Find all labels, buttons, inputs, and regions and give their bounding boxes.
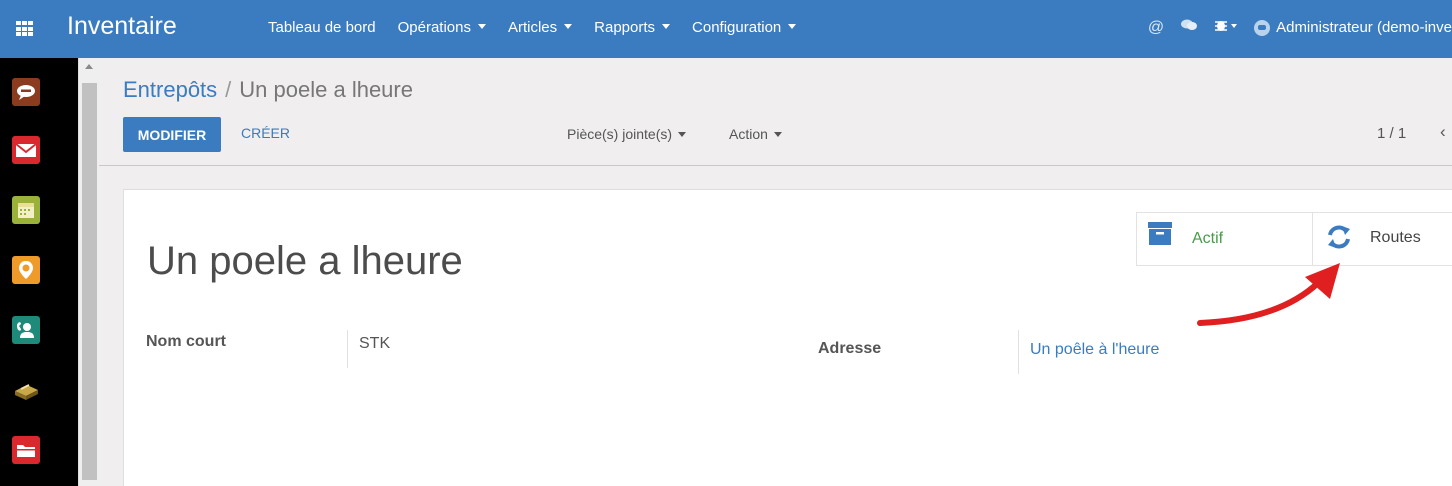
top-navbar: Inventaire Tableau de bord Opérations Ar…: [0, 0, 1452, 58]
user-name[interactable]: Administrateur (demo-inve: [1276, 19, 1452, 36]
documents-icon[interactable]: [12, 436, 40, 464]
contacts-icon[interactable]: [12, 316, 40, 344]
field-separator: [347, 330, 348, 368]
app-sidebar: [0, 58, 78, 486]
app-title: Inventaire: [67, 12, 177, 40]
breadcrumb-separator: /: [225, 77, 232, 102]
field-separator: [1018, 330, 1019, 374]
mail-icon[interactable]: [12, 136, 40, 164]
user-avatar[interactable]: [1254, 19, 1271, 36]
menu-item-reports[interactable]: Rapports: [594, 19, 670, 36]
menu-item-articles[interactable]: Articles: [508, 19, 572, 36]
address-label: Adresse: [818, 340, 882, 357]
menu-item-dashboard[interactable]: Tableau de bord: [268, 19, 376, 36]
archive-icon: [1148, 222, 1172, 245]
refresh-icon: [1328, 225, 1350, 249]
maps-icon[interactable]: [12, 256, 40, 284]
discuss-icon[interactable]: [12, 78, 40, 106]
short-name-value: STK: [359, 335, 391, 352]
scroll-up-arrow-icon[interactable]: [85, 64, 93, 69]
pager-value[interactable]: 1 / 1: [1377, 125, 1406, 142]
short-name-label: Nom court: [146, 333, 226, 350]
systray: @ Administrateur (demo-inve: [1148, 17, 1452, 38]
mention-icon[interactable]: @: [1148, 19, 1164, 37]
breadcrumb: Entrepôts / Un poele a lheure: [123, 77, 413, 103]
apps-grid-icon[interactable]: [16, 21, 34, 37]
breadcrumb-current: Un poele a lheure: [239, 77, 413, 102]
control-panel-divider: [99, 165, 1452, 166]
edit-button[interactable]: MODIFIER: [123, 117, 221, 152]
menu-item-operations[interactable]: Opérations: [398, 19, 486, 36]
pager-prev-button[interactable]: ‹: [1440, 122, 1446, 142]
routes-label: Routes: [1370, 229, 1421, 246]
address-link[interactable]: Un poêle à l'heure: [1030, 341, 1159, 359]
bug-icon[interactable]: [1214, 17, 1238, 38]
sidebar-scrollbar[interactable]: [78, 58, 99, 486]
menu-item-configuration[interactable]: Configuration: [692, 19, 796, 36]
breadcrumb-parent[interactable]: Entrepôts: [123, 77, 217, 102]
annotation-arrow: [1197, 263, 1340, 326]
attachments-dropdown[interactable]: Pièce(s) jointe(s): [567, 126, 686, 142]
chat-icon[interactable]: [1180, 18, 1198, 37]
action-dropdown[interactable]: Action: [729, 126, 782, 142]
create-button[interactable]: CRÉER: [241, 125, 290, 141]
main-menu: Tableau de bord Opérations Articles Rapp…: [268, 19, 818, 36]
stock-box-icon[interactable]: [12, 376, 40, 404]
scrollbar-thumb[interactable]: [82, 83, 97, 480]
record-title: Un poele a lheure: [147, 239, 463, 283]
calendar-icon[interactable]: [12, 196, 40, 224]
active-label: Actif: [1192, 230, 1224, 247]
